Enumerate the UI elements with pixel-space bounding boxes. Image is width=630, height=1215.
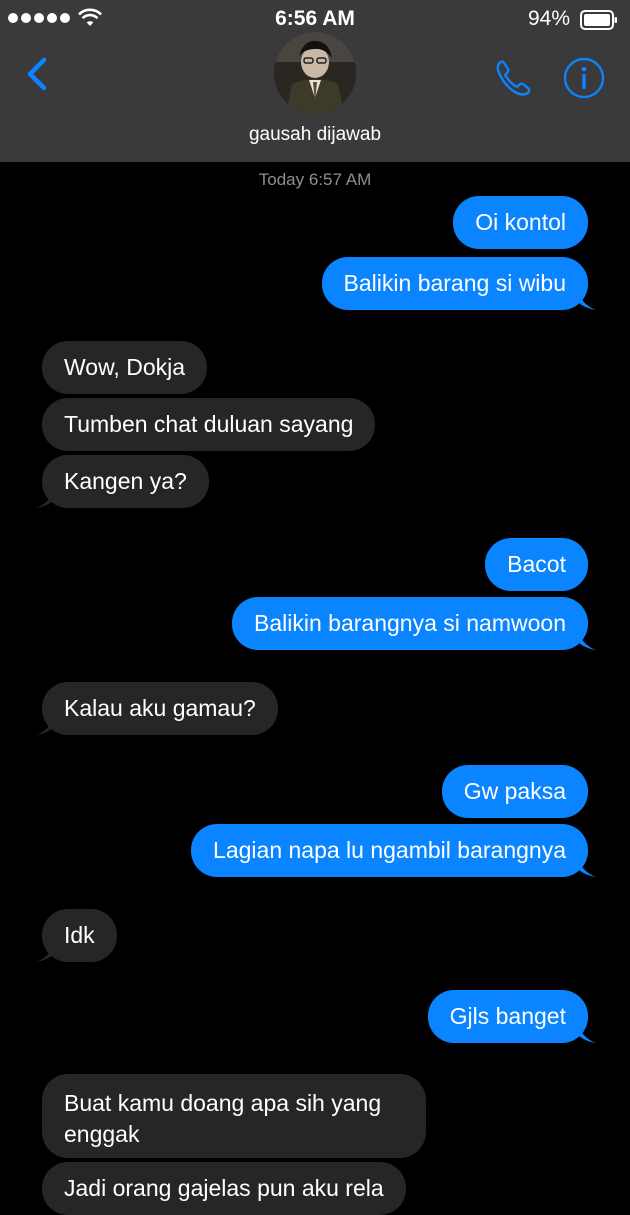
bubble-tail (578, 288, 596, 310)
bubble-tail (36, 940, 54, 962)
outgoing-message[interactable]: Gjls banget (427, 990, 588, 1043)
bubble-tail (36, 713, 54, 735)
incoming-message[interactable]: Buat kamu doang apa sih yang enggak (42, 1074, 426, 1158)
contact-name[interactable]: gausah dijawab (0, 124, 630, 146)
avatar-image (274, 32, 356, 114)
incoming-message[interactable]: Jadi orang gajelas pun aku rela (42, 1162, 406, 1215)
avatar[interactable] (274, 32, 356, 114)
outgoing-message[interactable]: Lagian napa lu ngambil barangnya (191, 824, 588, 877)
battery-icon (580, 10, 617, 30)
outgoing-message[interactable]: Oi kontol (453, 196, 588, 249)
chevron-left-icon[interactable] (18, 52, 58, 96)
bubble-tail (578, 855, 596, 877)
incoming-message[interactable]: Wow, Dokja (42, 341, 208, 394)
incoming-message[interactable]: Tumben chat duluan sayang (42, 398, 376, 451)
bubble-tail (578, 1021, 596, 1043)
outgoing-message[interactable]: Balikin barangnya si namwoon (232, 597, 588, 650)
incoming-message[interactable]: Kangen ya? (42, 455, 209, 508)
outgoing-message[interactable]: Bacot (485, 538, 588, 591)
info-icon[interactable] (562, 56, 606, 100)
bubble-tail (578, 628, 596, 650)
phone-icon[interactable] (492, 56, 536, 100)
incoming-message[interactable]: Kalau aku gamau? (42, 682, 278, 735)
outgoing-message[interactable]: Gw paksa (441, 765, 588, 818)
bubble-tail (36, 486, 54, 508)
outgoing-message[interactable]: Balikin barang si wibu (321, 257, 588, 310)
battery-percentage: 94% (527, 7, 570, 30)
conversation-header: 6:56 AM 94% gausah dijawab (0, 0, 630, 162)
message-timestamp: Today 6:57 AM (258, 170, 372, 189)
